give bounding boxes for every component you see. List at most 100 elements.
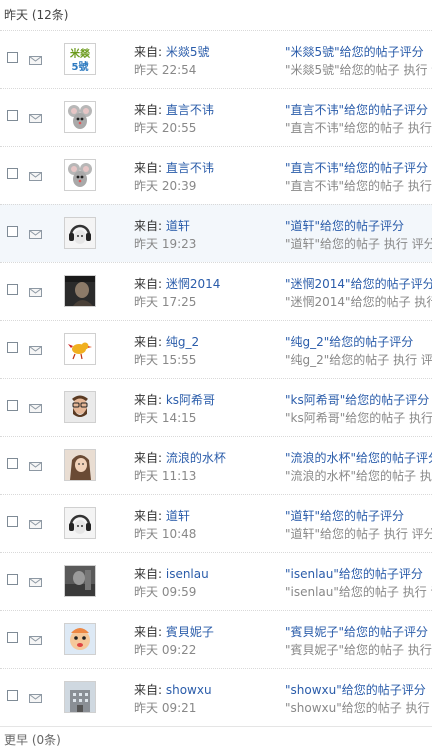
message-row[interactable]: 来自: ks阿希哥 昨天 14:15 "ks阿希哥"给您的帖子评分 "ks阿希哥"给您… [0,378,432,436]
sender-name[interactable]: 賓貝妮子 [166,625,214,639]
sender-avatar[interactable]: 米燚 5號 [64,43,96,75]
select-checkbox[interactable] [7,632,18,643]
message-time: 昨天 17:25 [134,295,197,309]
sender-line: 来自: 纯g_2 [134,333,199,350]
sender-line: 来自: 流浪的水杯 [134,449,226,466]
message-subject[interactable]: "迷惘2014"给您的帖子评分 [285,275,432,292]
select-checkbox[interactable] [7,52,18,63]
message-subject[interactable]: "showxu"给您的帖子评分 [285,681,426,698]
message-time: 昨天 15:55 [134,353,197,367]
message-time: 昨天 10:48 [134,527,197,541]
sender-line: 来自: 道轩 [134,217,190,234]
envelope-icon [29,286,42,297]
message-row[interactable]: 来自: 迷惘2014 昨天 17:25 "迷惘2014"给您的帖子评分 "迷惘2014… [0,262,432,320]
from-label: 来自: [134,509,166,523]
message-preview: "直言不讳"给您的帖子 执行 评 [285,179,432,193]
sender-name[interactable]: ks阿希哥 [166,393,215,407]
sender-name[interactable]: 米燚5號 [166,45,210,59]
message-preview: "直言不讳"给您的帖子 执行 评 [285,121,432,135]
select-checkbox[interactable] [7,690,18,701]
message-preview: "迷惘2014"给您的帖子 执行 [285,295,432,309]
from-label: 来自: [134,451,166,465]
sender-avatar[interactable] [64,565,96,597]
from-label: 来自: [134,393,166,407]
message-subject[interactable]: "isenlau"给您的帖子评分 [285,565,423,582]
select-checkbox[interactable] [7,574,18,585]
message-preview: "isenlau"给您的帖子 执行 评 [285,585,432,599]
message-time: 昨天 20:39 [134,179,197,193]
from-label: 来自: [134,103,166,117]
from-label: 来自: [134,161,166,175]
sender-avatar[interactable] [64,217,96,249]
message-row[interactable]: 来自: 直言不讳 昨天 20:39 "直言不讳"给您的帖子评分 "直言不讳"给您的帖子… [0,146,432,204]
select-checkbox[interactable] [7,458,18,469]
message-list: 米燚 5號来自: 米燚5號昨天 22:54 "米燚5號"给您的帖子评分 "米燚5號"给… [0,30,432,726]
sender-name[interactable]: 道轩 [166,509,190,523]
message-row[interactable]: 来自: 纯g_2 昨天 15:55 "纯g_2"给您的帖子评分 "纯g_2"给您的帖子… [0,320,432,378]
envelope-icon [29,228,42,239]
message-row[interactable]: 来自: showxu 昨天 09:21 "showxu"给您的帖子评分 "showxu… [0,668,432,726]
sender-line: 来自: showxu [134,681,212,698]
sender-name[interactable]: isenlau [166,567,209,581]
sender-name[interactable]: 直言不讳 [166,103,214,117]
message-preview: "道轩"给您的帖子 执行 评分 [285,237,432,251]
sender-name[interactable]: 直言不讳 [166,161,214,175]
sender-line: 来自: ks阿希哥 [134,391,215,408]
select-checkbox[interactable] [7,110,18,121]
message-row[interactable]: 来自: 道轩 昨天 10:48 "道轩"给您的帖子评分 "道轩"给您的帖子 执行 评分 [0,494,432,552]
message-row[interactable]: 来自: 直言不讳 昨天 20:55 "直言不讳"给您的帖子评分 "直言不讳"给您的帖子… [0,88,432,146]
message-preview: "米燚5號"给您的帖子 执行 评 [285,63,432,77]
message-row[interactable]: 来自: isenlau 昨天 09:59 "isenlau"给您的帖子评分 "isen… [0,552,432,610]
sender-name[interactable]: 道轩 [166,219,190,233]
message-subject[interactable]: "米燚5號"给您的帖子评分 [285,43,424,60]
sender-avatar[interactable] [64,159,96,191]
message-subject[interactable]: "道轩"给您的帖子评分 [285,507,404,524]
message-time: 昨天 09:22 [134,643,197,657]
select-checkbox[interactable] [7,342,18,353]
sender-line: 来自: 道轩 [134,507,190,524]
message-subject[interactable]: "直言不讳"给您的帖子评分 [285,101,428,118]
sender-avatar[interactable] [64,275,96,307]
sender-avatar[interactable] [64,507,96,539]
envelope-icon [29,112,42,123]
message-subject[interactable]: "纯g_2"给您的帖子评分 [285,333,413,350]
from-label: 来自: [134,277,166,291]
select-checkbox[interactable] [7,400,18,411]
message-row[interactable]: 来自: 賓貝妮子 昨天 09:22 "賓貝妮子"给您的帖子评分 "賓貝妮子"给您的帖子… [0,610,432,668]
sender-line: 来自: isenlau [134,565,209,582]
select-checkbox[interactable] [7,168,18,179]
envelope-icon [29,54,42,65]
message-row[interactable]: 米燚 5號 来自: 米燚5號 昨天 22:54 "米燚5號"给您的帖子评分 "米燚5號"给… [0,30,432,88]
message-row[interactable]: 来自: 流浪的水杯 昨天 11:13 "流浪的水杯"给您的帖子评分 "流浪的水杯"给您… [0,436,432,494]
sender-line: 来自: 賓貝妮子 [134,623,214,640]
svg-text:5號: 5號 [72,60,89,73]
sender-avatar[interactable] [64,333,96,365]
select-checkbox[interactable] [7,226,18,237]
message-preview: "賓貝妮子"给您的帖子 执行 评 [285,643,432,657]
select-checkbox[interactable] [7,284,18,295]
select-checkbox[interactable] [7,516,18,527]
message-time: 昨天 09:59 [134,585,197,599]
sender-name[interactable]: showxu [166,683,212,697]
envelope-icon [29,170,42,181]
message-subject[interactable]: "直言不讳"给您的帖子评分 [285,159,428,176]
message-subject[interactable]: "ks阿希哥"给您的帖子评分 [285,391,429,408]
message-subject[interactable]: "流浪的水杯"给您的帖子评分 [285,449,432,466]
message-subject[interactable]: "道轩"给您的帖子评分 [285,217,404,234]
sender-line: 来自: 直言不讳 [134,101,214,118]
sender-avatar[interactable] [64,623,96,655]
sender-avatar[interactable] [64,101,96,133]
message-row[interactable]: 来自: 道轩 昨天 19:23 "道轩"给您的帖子评分 "道轩"给您的帖子 执行 评分 [0,204,432,262]
message-subject[interactable]: "賓貝妮子"给您的帖子评分 [285,623,428,640]
group-header-earlier: 更早 (0条) [0,726,432,747]
sender-name[interactable]: 流浪的水杯 [166,451,226,465]
sender-line: 来自: 直言不讳 [134,159,214,176]
message-time: 昨天 22:54 [134,63,197,77]
sender-avatar[interactable] [64,681,96,713]
sender-name[interactable]: 迷惘2014 [166,277,221,291]
sender-name[interactable]: 纯g_2 [166,335,199,349]
sender-avatar[interactable] [64,391,96,423]
envelope-icon [29,634,42,645]
sender-avatar[interactable] [64,449,96,481]
envelope-icon [29,460,42,471]
